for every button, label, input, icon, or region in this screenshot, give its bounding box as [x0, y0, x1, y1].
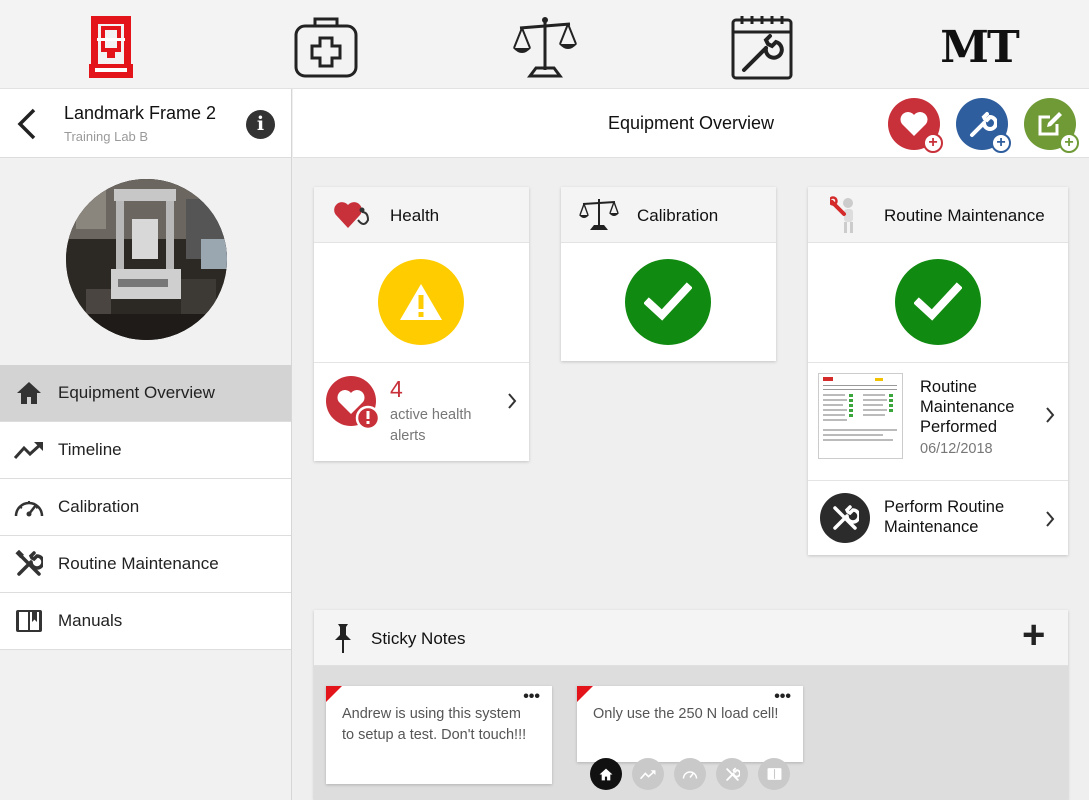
maintenance-person-icon: [830, 196, 853, 233]
calibration-card-title: Calibration: [637, 206, 719, 225]
health-card-header: Health: [314, 187, 529, 243]
pin-icon: [335, 624, 351, 653]
note-corner-flag: [577, 686, 593, 702]
sidebar-item-label: Routine Maintenance: [58, 554, 219, 573]
calibration-card-header: Calibration: [561, 187, 776, 243]
chevron-right-icon: [508, 393, 517, 409]
calibration-card: Calibration: [561, 187, 776, 361]
add-maintenance-button[interactable]: +: [956, 98, 1011, 153]
main-header: Equipment Overview + + +: [293, 89, 1089, 158]
edit-icon: [1038, 112, 1062, 136]
info-button[interactable]: i: [246, 110, 275, 139]
wrench-icon: [970, 112, 997, 137]
note-corner-flag: [326, 686, 342, 702]
tools-icon: [15, 550, 43, 576]
sidebar-item-label: Timeline: [58, 440, 122, 459]
sidebar-item-routine-maintenance[interactable]: Routine Maintenance: [0, 536, 291, 593]
sidebar-nav: Equipment Overview Timeline Calibration …: [0, 365, 291, 650]
sidebar-item-label: Calibration: [58, 497, 140, 516]
page-dot-timeline[interactable]: [632, 758, 664, 790]
balance-scale-icon[interactable]: [512, 14, 578, 80]
equipment-photo: [66, 179, 227, 340]
frame-machine-icon[interactable]: [86, 14, 136, 80]
trend-icon: [14, 442, 43, 460]
gauge-icon: [682, 771, 698, 779]
sticky-notes-title: Sticky Notes: [371, 629, 466, 648]
home-icon: [17, 382, 41, 404]
heart-stethoscope-icon: [334, 202, 370, 228]
chevron-right-icon: [1046, 407, 1055, 423]
maintenance-performed-row[interactable]: Routine Maintenance Performed 06/12/2018: [808, 363, 1068, 480]
alert-text: active health alerts: [390, 407, 472, 444]
maintenance-performed-date: 06/12/2018: [920, 441, 993, 457]
sidebar-item-manuals[interactable]: Manuals: [0, 593, 291, 650]
gauge-icon: [14, 501, 44, 517]
equipment-name: Landmark Frame 2: [64, 103, 217, 123]
plus-icon: +: [923, 133, 943, 153]
home-icon: [599, 768, 613, 780]
sticky-note-text: Andrew is using this system to setup a t…: [342, 706, 527, 743]
page-dot-home[interactable]: [590, 758, 622, 790]
tools-icon: [725, 767, 740, 781]
tools-icon: [820, 493, 870, 543]
plus-icon: +: [1059, 133, 1079, 153]
sticky-notes-header: Sticky Notes +: [314, 610, 1068, 666]
page-dot-manuals[interactable]: [758, 758, 790, 790]
page-dot-maintenance[interactable]: [716, 758, 748, 790]
sidebar-item-equipment-overview[interactable]: Equipment Overview: [0, 365, 291, 422]
warning-status-icon: [378, 259, 464, 345]
add-health-alert-button[interactable]: +: [888, 98, 943, 153]
sticky-note[interactable]: ••• Andrew is using this system to setup…: [326, 686, 552, 784]
equipment-location: Training Lab B: [64, 129, 149, 144]
routine-maintenance-card-header: Routine Maintenance: [808, 187, 1068, 243]
heart-alert-icon: [326, 376, 381, 431]
chevron-left-icon: [17, 108, 36, 140]
routine-maintenance-card: Routine Maintenance Routine Maintenance …: [808, 187, 1068, 555]
equipment-header: Landmark Frame 2 Training Lab B i: [0, 89, 291, 158]
calendar-wrench-icon[interactable]: [730, 14, 794, 80]
check-status-icon: [895, 259, 981, 345]
plus-icon: +: [991, 133, 1011, 153]
add-note-icon[interactable]: +: [1022, 613, 1045, 657]
perform-maintenance-row[interactable]: Perform Routine Maintenance: [808, 481, 1068, 555]
sidebar-item-calibration[interactable]: Calibration: [0, 479, 291, 536]
health-alerts-row[interactable]: 4 active health alerts: [314, 363, 529, 461]
back-button[interactable]: [14, 107, 42, 141]
alert-count: 4: [390, 376, 403, 402]
page-indicator: [590, 758, 790, 790]
check-status-icon: [625, 259, 711, 345]
add-note-button[interactable]: +: [1024, 98, 1079, 153]
sidebar-item-timeline[interactable]: Timeline: [0, 422, 291, 479]
routine-maintenance-card-title: Routine Maintenance: [884, 206, 1045, 225]
sticky-note-text: Only use the 250 N load cell!: [593, 706, 779, 722]
more-options-icon[interactable]: •••: [523, 688, 540, 706]
perform-maintenance-label: Perform Routine Maintenance: [884, 498, 1005, 536]
chevron-right-icon: [1046, 511, 1055, 527]
more-options-icon[interactable]: •••: [774, 688, 791, 706]
top-icon-bar: MT: [0, 0, 1089, 89]
sidebar-item-label: Manuals: [58, 611, 123, 630]
book-icon: [767, 768, 781, 780]
maintenance-report-thumbnail: [818, 373, 903, 459]
first-aid-kit-icon[interactable]: [292, 14, 360, 80]
sidebar-item-label: Equipment Overview: [58, 383, 215, 402]
maintenance-performed-label: Routine Maintenance Performed: [920, 378, 1015, 436]
trend-icon: [640, 769, 656, 779]
health-card: Health 4 active health alerts: [314, 187, 529, 461]
balance-scale-icon: [579, 199, 619, 230]
sticky-note[interactable]: ••• Only use the 250 N load cell!: [577, 686, 803, 762]
heart-icon: [900, 112, 928, 136]
health-card-title: Health: [390, 206, 440, 225]
page-dot-calibration[interactable]: [674, 758, 706, 790]
sidebar: Landmark Frame 2 Training Lab B i Equipm…: [0, 89, 292, 800]
book-icon: [16, 610, 42, 632]
mt-logo[interactable]: MT: [940, 14, 1019, 80]
